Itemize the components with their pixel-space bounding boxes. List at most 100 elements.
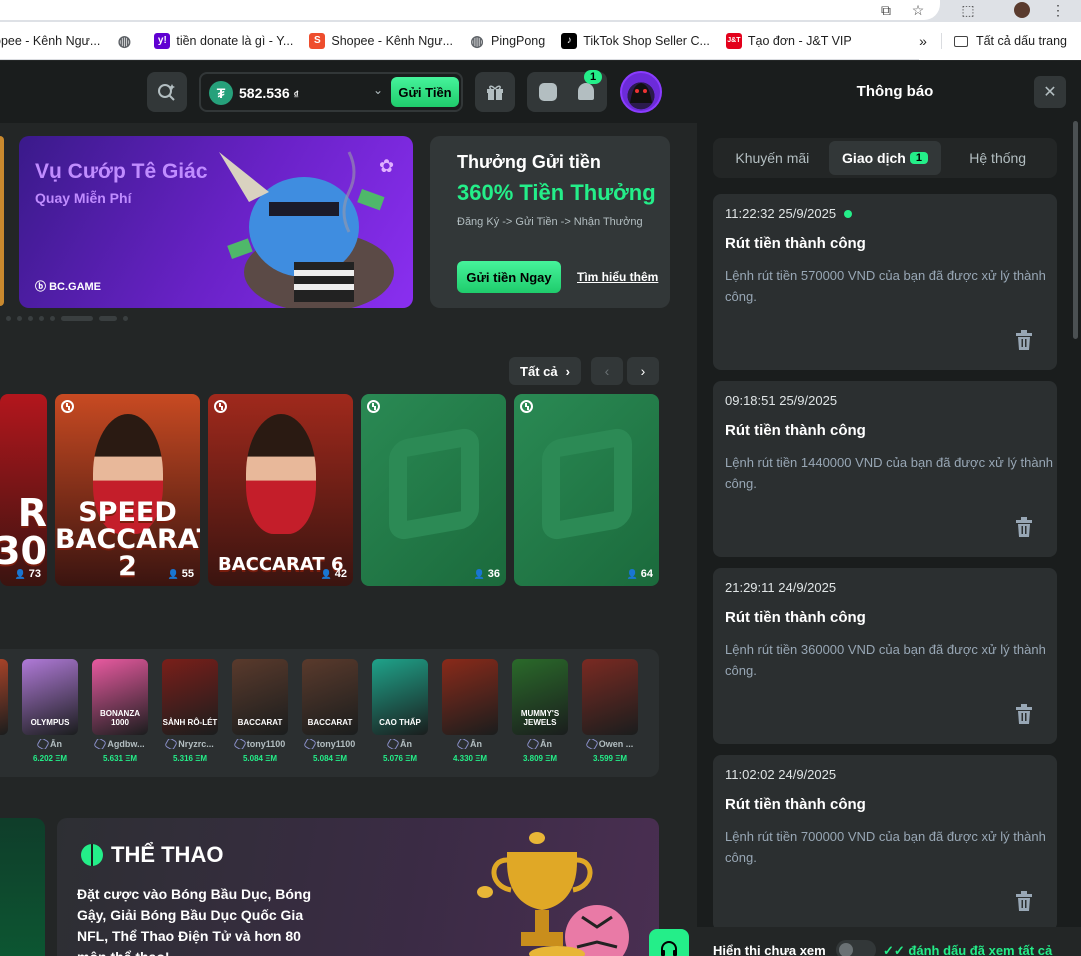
clock-icon: [61, 400, 74, 413]
bcgame-logo-icon: [542, 426, 632, 542]
bookmark-item[interactable]: S Shopee - Kênh Ngư...: [309, 32, 453, 49]
bookmark-item[interactable]: ◍: [116, 33, 138, 50]
vip-hex-icon: [93, 739, 108, 749]
notification-body: Lệnh rút tiền 570000 VND của bạn đã được…: [725, 268, 1046, 304]
panel-scrollbar[interactable]: [1073, 121, 1078, 339]
recent-win-item[interactable]: BACCARAT tony1100 5.084 ΞM: [232, 659, 288, 763]
browser-url-field[interactable]: [0, 0, 940, 20]
usdt-icon: ₮: [209, 81, 233, 105]
live-game-card[interactable]: 👤 36: [361, 394, 506, 586]
unread-dot: [844, 209, 853, 218]
see-all-live-button[interactable]: Tất cả ›: [509, 357, 581, 385]
sports-title: THỂ THAO: [81, 842, 223, 868]
learn-more-link[interactable]: Tìm hiểu thêm: [577, 270, 658, 284]
recent-win-item[interactable]: SẢNH RÔ-LÉT Nryzrc... 5.316 ΞM: [162, 659, 218, 763]
close-icon[interactable]: ✕: [1034, 76, 1066, 108]
tab-transactions[interactable]: Giao dịch 1: [828, 141, 942, 175]
previous-banner-edge[interactable]: [0, 136, 4, 306]
dealer-image: [245, 414, 316, 534]
sports-category-card[interactable]: THỂ THAO Đặt cược vào Bóng Bầu Dục, Bóng…: [57, 818, 659, 956]
game-thumbnail: BONANZA 1000: [92, 659, 148, 735]
bookmark-item[interactable]: J&T Tạo đơn - J&T VIP: [725, 32, 852, 49]
trash-icon[interactable]: [1015, 330, 1033, 350]
trash-icon[interactable]: [1015, 517, 1033, 537]
winner-name: tony1100: [232, 739, 288, 749]
bookmark-item[interactable]: y! tiền donate là gì - Y...: [154, 32, 294, 49]
tab-promotions[interactable]: Khuyến mãi: [716, 141, 829, 175]
recent-win-item[interactable]: OLYMPUS Ẩn 6.202 ΞM: [22, 659, 78, 763]
recent-win-item[interactable]: BACCARAT tony1100 5.084 ΞM: [302, 659, 358, 763]
promo-banner-rhino[interactable]: Vụ Cướp Tê Giác Quay Miễn Phí ⓑ BC.GAME …: [19, 136, 413, 308]
panel-footer: Hiển thị chưa xem ✓✓ đánh dấu đã xem tất…: [697, 927, 1081, 956]
trash-icon[interactable]: [1015, 704, 1033, 724]
bookmark-label: tiền donate là gì - Y...: [176, 33, 294, 48]
all-bookmarks-folder[interactable]: Tất cả dấu trang: [976, 34, 1067, 48]
wallet-balance-selector[interactable]: ₮ 582.536 ₫ ⌄ Gửi Tiền: [199, 72, 463, 112]
bookmark-item[interactable]: ♪ TikTok Shop Seller C...: [561, 32, 710, 49]
live-game-card[interactable]: SPEED BACCARAT 2 👤 55: [55, 394, 200, 586]
live-game-card[interactable]: 👤 64: [514, 394, 659, 586]
user-icon: 👤: [320, 568, 332, 579]
tab-system[interactable]: Hệ thống: [941, 141, 1054, 175]
gift-icon[interactable]: [475, 72, 515, 112]
recent-win-item[interactable]: CAO THẤP Ẩn 5.076 ΞM: [372, 659, 428, 763]
recent-win-item[interactable]: Owen ... 3.599 ΞM: [582, 659, 638, 763]
user-icon: 👤: [626, 568, 638, 579]
install-app-icon[interactable]: ⧉: [876, 0, 896, 20]
headset-support-icon[interactable]: [649, 929, 689, 956]
live-game-card[interactable]: BACCARAT 6 👤 42: [208, 394, 353, 586]
carousel-next-button[interactable]: ›: [627, 357, 659, 385]
recent-win-item[interactable]: BONANZA 1000 Agdbw... 5.631 ΞM: [92, 659, 148, 763]
carousel-dot[interactable]: [99, 316, 117, 321]
jt-icon: J&T: [725, 32, 742, 49]
notification-card[interactable]: 11:02:02 24/9/2025 Rút tiền thành công Lện…: [713, 755, 1057, 931]
bookmark-star-icon[interactable]: ☆: [908, 0, 928, 20]
game-thumbnail: SẢNH RÔ-LÉT: [162, 659, 218, 735]
user-icon: 👤: [14, 568, 26, 579]
browser-menu-icon[interactable]: ⋮: [1048, 0, 1068, 20]
notification-title: Rút tiền thành công: [725, 796, 866, 813]
carousel-dot[interactable]: [6, 316, 11, 321]
carousel-dot[interactable]: [17, 316, 22, 321]
vip-hex-icon: [302, 739, 317, 749]
search-icon[interactable]: [147, 72, 187, 112]
yahoo-icon: y!: [154, 32, 171, 49]
bell-icon[interactable]: [578, 83, 594, 100]
carousel-dot[interactable]: [28, 316, 33, 321]
carousel-dot[interactable]: [50, 316, 55, 321]
bcgame-logo-icon: [389, 426, 479, 542]
chat-icon[interactable]: [539, 83, 557, 101]
notification-card[interactable]: 21:29:11 24/9/2025 Rút tiền thành công Lện…: [713, 568, 1057, 744]
carousel-dot[interactable]: [39, 316, 44, 321]
mark-all-read-button[interactable]: ✓✓ đánh dấu đã xem tất cả: [883, 943, 1052, 956]
carousel-dot[interactable]: [123, 316, 128, 321]
vip-hex-icon: [36, 739, 50, 749]
game-thumbnail: BACCARAT: [232, 659, 288, 735]
notification-title: Rút tiền thành công: [725, 609, 866, 626]
bookmarks-overflow-button[interactable]: »: [919, 33, 927, 49]
carousel-prev-button[interactable]: ‹: [591, 357, 623, 385]
extensions-icon[interactable]: ⬚: [958, 0, 978, 20]
live-game-card[interactable]: R 30 👤 73: [0, 394, 47, 586]
bookmark-item[interactable]: ◍ PingPong: [469, 33, 545, 50]
bookmark-label: Tạo đơn - J&T VIP: [747, 33, 852, 48]
chevron-down-icon[interactable]: ⌄: [373, 83, 383, 97]
recent-win-item[interactable]: Ẩn 4.330 ΞM: [442, 659, 498, 763]
bookmark-item[interactable]: Sopee - Kênh Ngư...: [0, 34, 100, 48]
trash-icon[interactable]: [1015, 891, 1033, 911]
deposit-now-button[interactable]: Gửi tiền Ngay: [457, 261, 561, 293]
show-unread-toggle[interactable]: [836, 940, 876, 956]
notification-card[interactable]: 11:22:32 25/9/2025 Rút tiền thành công Lện…: [713, 194, 1057, 370]
player-count: 👤 42: [320, 568, 347, 580]
carousel-dot-active[interactable]: [61, 316, 93, 321]
trophy-illustration: [477, 832, 629, 956]
previous-category-card[interactable]: [0, 818, 45, 956]
recent-win-item[interactable]: [0, 659, 8, 754]
recent-win-item[interactable]: MUMMY'S JEWELS Ẩn 3.809 ΞM: [512, 659, 568, 763]
casino-main-area: ₮ 582.536 ₫ ⌄ Gửi Tiền 1 Vụ Cướp Tê Giác …: [0, 61, 697, 956]
user-avatar[interactable]: [620, 71, 662, 113]
notification-card[interactable]: 09:18:51 25/9/2025 Rút tiền thành công Lện…: [713, 381, 1057, 557]
deposit-button[interactable]: Gửi Tiền: [391, 77, 459, 107]
win-amount: 5.316 ΞM: [172, 754, 208, 763]
profile-avatar-icon[interactable]: [1012, 0, 1032, 20]
